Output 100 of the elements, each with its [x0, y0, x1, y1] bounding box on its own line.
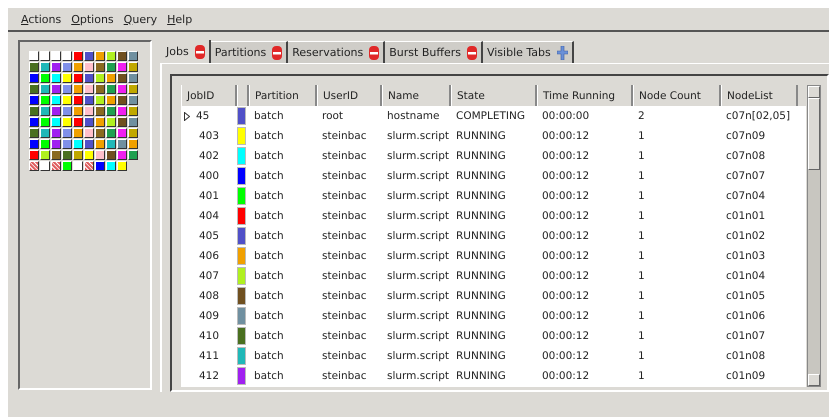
- add-icon[interactable]: [556, 46, 568, 60]
- scroll-up-icon[interactable]: [808, 86, 820, 98]
- node-square[interactable]: [117, 161, 127, 171]
- node-square[interactable]: [62, 51, 72, 61]
- node-square[interactable]: [73, 128, 83, 138]
- node-square[interactable]: [73, 117, 83, 127]
- tab[interactable]: Partitions: [210, 41, 288, 63]
- node-square[interactable]: [117, 106, 127, 116]
- node-square[interactable]: [51, 84, 61, 94]
- node-square[interactable]: [128, 128, 138, 138]
- down-node-icon[interactable]: [51, 161, 61, 171]
- tab[interactable]: Reservations: [288, 41, 386, 63]
- node-square[interactable]: [106, 161, 116, 171]
- menu-item[interactable]: Help: [162, 12, 198, 26]
- node-square[interactable]: [29, 150, 39, 160]
- column-header[interactable]: Time Running: [537, 85, 633, 106]
- column-header[interactable]: UserID: [317, 85, 382, 106]
- node-square[interactable]: [117, 84, 127, 94]
- node-square[interactable]: [40, 73, 50, 83]
- scrollbar-thumb[interactable]: [808, 98, 820, 170]
- node-square[interactable]: [117, 62, 127, 72]
- node-square[interactable]: [73, 161, 83, 171]
- node-square[interactable]: [73, 73, 83, 83]
- close-icon[interactable]: [272, 46, 282, 60]
- down-node-icon[interactable]: [84, 161, 94, 171]
- node-square[interactable]: [51, 117, 61, 127]
- node-square[interactable]: [84, 117, 94, 127]
- node-square[interactable]: [40, 84, 50, 94]
- node-square[interactable]: [128, 139, 138, 149]
- node-square[interactable]: [73, 62, 83, 72]
- expander-icon[interactable]: [183, 112, 190, 120]
- node-square[interactable]: [51, 51, 61, 61]
- node-square[interactable]: [128, 117, 138, 127]
- node-square[interactable]: [128, 62, 138, 72]
- scroll-down-icon[interactable]: [808, 374, 820, 386]
- column-header[interactable]: Node Count: [633, 85, 721, 106]
- node-square[interactable]: [117, 73, 127, 83]
- node-square[interactable]: [62, 95, 72, 105]
- node-square[interactable]: [73, 51, 83, 61]
- close-icon[interactable]: [369, 46, 380, 60]
- node-square[interactable]: [40, 150, 50, 160]
- node-square[interactable]: [106, 128, 116, 138]
- node-square[interactable]: [84, 139, 94, 149]
- node-square[interactable]: [62, 84, 72, 94]
- node-square[interactable]: [95, 117, 105, 127]
- node-square[interactable]: [29, 139, 39, 149]
- node-square[interactable]: [40, 128, 50, 138]
- tab[interactable]: Jobs: [162, 40, 211, 63]
- node-square[interactable]: [73, 139, 83, 149]
- node-square[interactable]: [128, 84, 138, 94]
- node-square[interactable]: [62, 106, 72, 116]
- node-square[interactable]: [95, 73, 105, 83]
- tab[interactable]: Visible Tabs: [482, 41, 574, 63]
- node-square[interactable]: [106, 62, 116, 72]
- node-square[interactable]: [106, 95, 116, 105]
- node-square[interactable]: [62, 117, 72, 127]
- node-square[interactable]: [106, 84, 116, 94]
- column-header[interactable]: NodeList: [721, 85, 798, 106]
- node-square[interactable]: [40, 62, 50, 72]
- down-node-icon[interactable]: [29, 161, 39, 171]
- node-square[interactable]: [51, 62, 61, 72]
- node-square[interactable]: [40, 117, 50, 127]
- close-icon[interactable]: [194, 44, 205, 58]
- node-square[interactable]: [95, 161, 105, 171]
- node-square[interactable]: [106, 117, 116, 127]
- node-square[interactable]: [95, 62, 105, 72]
- menu-item[interactable]: Actions: [16, 12, 66, 26]
- node-square[interactable]: [29, 62, 39, 72]
- node-square[interactable]: [62, 150, 72, 160]
- node-square[interactable]: [128, 106, 138, 116]
- node-square[interactable]: [51, 73, 61, 83]
- column-header[interactable]: State: [451, 85, 537, 106]
- node-square[interactable]: [62, 62, 72, 72]
- node-square[interactable]: [29, 84, 39, 94]
- node-square[interactable]: [40, 106, 50, 116]
- node-square[interactable]: [95, 139, 105, 149]
- node-square[interactable]: [73, 95, 83, 105]
- node-square[interactable]: [106, 106, 116, 116]
- node-square[interactable]: [84, 62, 94, 72]
- column-header[interactable]: Partition: [249, 85, 317, 106]
- node-square[interactable]: [84, 73, 94, 83]
- node-square[interactable]: [117, 95, 127, 105]
- node-square[interactable]: [29, 117, 39, 127]
- node-square[interactable]: [95, 95, 105, 105]
- node-square[interactable]: [62, 161, 72, 171]
- node-square[interactable]: [106, 150, 116, 160]
- node-square[interactable]: [95, 150, 105, 160]
- node-square[interactable]: [62, 73, 72, 83]
- node-square[interactable]: [40, 95, 50, 105]
- node-square[interactable]: [29, 128, 39, 138]
- column-header[interactable]: Name: [382, 85, 451, 106]
- node-square[interactable]: [73, 106, 83, 116]
- node-square[interactable]: [106, 73, 116, 83]
- node-square[interactable]: [117, 51, 127, 61]
- node-square[interactable]: [51, 106, 61, 116]
- node-square[interactable]: [29, 73, 39, 83]
- node-square[interactable]: [117, 139, 127, 149]
- node-square[interactable]: [117, 117, 127, 127]
- node-square[interactable]: [84, 106, 94, 116]
- node-square[interactable]: [62, 128, 72, 138]
